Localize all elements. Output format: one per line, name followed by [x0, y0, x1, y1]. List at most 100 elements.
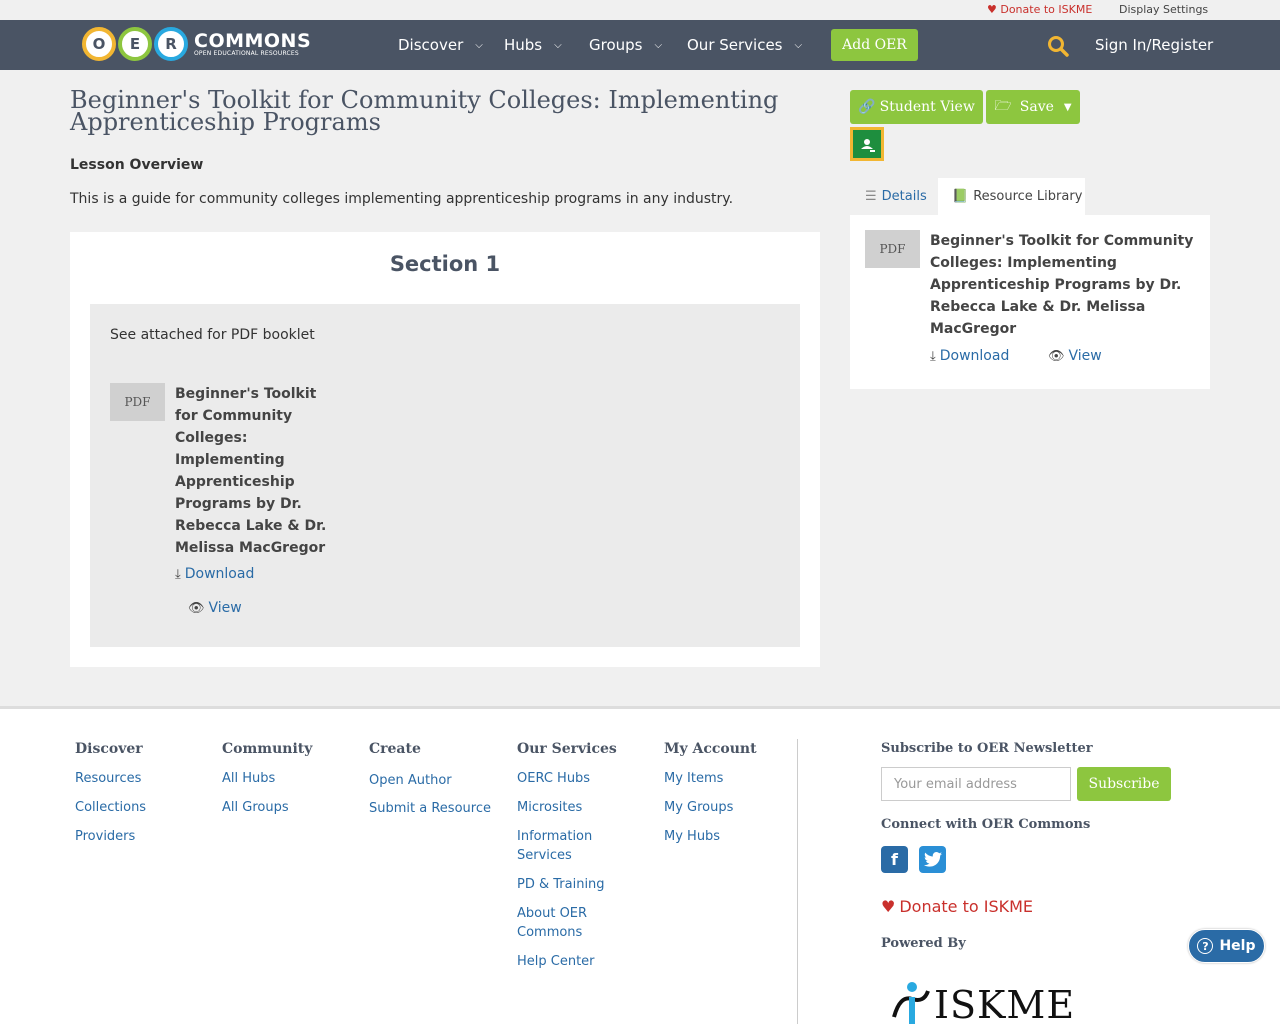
footer-link-my-items[interactable]: My Items [664, 769, 723, 788]
title-line: Rebecca Lake & Dr. [175, 518, 327, 534]
list-icon: ☰ [865, 189, 877, 204]
save-dropdown-button[interactable]: 🗁 Save ▼ [986, 90, 1080, 124]
footer-link-help-center[interactable]: Help Center [517, 952, 595, 971]
logo-letter-o: O [82, 27, 116, 61]
iskme-wordmark: ISKME [934, 983, 1076, 1024]
lesson-overview-text: This is a guide for community colleges i… [70, 191, 734, 207]
donate-link-top[interactable]: ♥ Donate to ISKME [987, 3, 1092, 16]
search-icon[interactable] [1047, 35, 1069, 57]
download-label: Download [939, 348, 1010, 364]
footer-link-oerc-hubs[interactable]: OERC Hubs [517, 769, 590, 788]
tab-resource-library[interactable]: 📗 Resource Library [938, 178, 1085, 215]
footer-link-information-services[interactable]: Information Services [517, 827, 612, 865]
pdf-badge[interactable]: PDF [865, 230, 920, 268]
footer-link-all-hubs[interactable]: All Hubs [222, 769, 275, 788]
subscribe-button[interactable]: Subscribe [1077, 767, 1171, 801]
section-content: See attached for PDF booklet PDF Beginne… [90, 304, 800, 647]
title-line: Colleges: Implementing [930, 255, 1117, 271]
book-icon: 📗 [952, 189, 969, 204]
utility-bar: ♥ Donate to ISKME Display Settings [0, 0, 1280, 20]
title-line: for Community [175, 408, 293, 424]
newsletter-heading: Subscribe to OER Newsletter [881, 741, 1093, 756]
google-classroom-icon[interactable] [850, 127, 884, 161]
nav-groups-label: Groups [589, 36, 643, 54]
nav-groups[interactable]: Groups ⌵ [589, 36, 662, 54]
nav-hubs[interactable]: Hubs ⌵ [504, 36, 562, 54]
facebook-icon[interactable]: f [881, 846, 908, 873]
footer-heading-community: Community [222, 741, 313, 757]
title-line: Beginner's Toolkit [175, 386, 317, 402]
title-line: MacGregor [930, 321, 1017, 337]
donate-footer-label: Donate to ISKME [899, 897, 1034, 916]
footer-heading-discover: Discover [75, 741, 143, 757]
student-view-label: Student View [879, 99, 975, 115]
newsletter-email-input[interactable] [881, 767, 1071, 801]
view-label: View [208, 600, 242, 616]
section-card: Section 1 See attached for PDF booklet P… [70, 232, 820, 667]
footer-heading-my-account: My Account [664, 741, 757, 757]
footer-link-pd-training[interactable]: PD & Training [517, 875, 605, 894]
nav-our-services-label: Our Services [687, 36, 783, 54]
main-navbar: O E R COMMONS OPEN EDUCATIONAL RESOURCES… [0, 20, 1280, 70]
nav-our-services[interactable]: Our Services ⌵ [687, 36, 802, 54]
title-line: Beginner's Toolkit for Community [930, 233, 1194, 249]
caret-down-icon: ▼ [1063, 101, 1072, 113]
logo-tagline: OPEN EDUCATIONAL RESOURCES [194, 49, 299, 57]
footer-link-submit-resource[interactable]: Submit a Resource [369, 799, 491, 818]
footer-link-providers[interactable]: Providers [75, 827, 135, 846]
footer-link-all-groups[interactable]: All Groups [222, 798, 289, 817]
footer-link-my-hubs[interactable]: My Hubs [664, 827, 720, 846]
section-resource-title[interactable]: Beginner's Toolkit for Community College… [175, 383, 326, 559]
section-view-link[interactable]: 👁 View [188, 600, 242, 616]
footer-link-about[interactable]: About OER Commons [517, 904, 612, 942]
page-title: Beginner's Toolkit for Community College… [70, 86, 779, 136]
logo-wordmark: COMMONS OPEN EDUCATIONAL RESOURCES [194, 31, 311, 57]
download-icon: ⤓ [930, 348, 936, 364]
logo-letter-r: R [154, 27, 188, 61]
help-button[interactable]: ? Help [1188, 929, 1265, 963]
tab-library-label: Resource Library [973, 189, 1083, 204]
donate-link-footer[interactable]: ♥ Donate to ISKME [881, 897, 1033, 916]
footer-link-my-groups[interactable]: My Groups [664, 798, 733, 817]
lesson-overview-heading: Lesson Overview [70, 157, 204, 173]
nav-discover[interactable]: Discover ⌵ [398, 36, 483, 54]
library-resource-title[interactable]: Beginner's Toolkit for Community College… [930, 230, 1200, 340]
iskme-logo[interactable]: ISKME [890, 977, 1075, 1024]
download-label: Download [184, 566, 255, 582]
powered-by-heading: Powered By [881, 936, 966, 951]
nav-discover-label: Discover [398, 36, 464, 54]
link-icon: 🔗 [858, 99, 876, 115]
site-footer: Discover Resources Collections Providers… [0, 706, 1280, 1024]
title-line: Programs by Dr. [175, 496, 302, 512]
eye-icon: 👁 [188, 600, 205, 616]
nav-hubs-label: Hubs [504, 36, 543, 54]
library-view-link[interactable]: 👁 View [1048, 348, 1102, 364]
title-line: Apprenticeship Programs by Dr. [930, 277, 1182, 293]
view-label: View [1068, 348, 1102, 364]
footer-link-open-author[interactable]: Open Author [369, 771, 452, 790]
footer-link-microsites[interactable]: Microsites [517, 798, 582, 817]
tab-details[interactable]: ☰ Details [865, 178, 935, 215]
pdf-badge[interactable]: PDF [110, 383, 165, 421]
heart-icon: ♥ [881, 897, 896, 916]
student-view-button[interactable]: 🔗 Student View [850, 90, 983, 124]
connect-heading: Connect with OER Commons [881, 817, 1091, 832]
save-label: Save [1019, 99, 1054, 115]
library-download-link[interactable]: ⤓ Download [930, 348, 1009, 364]
help-label: Help [1219, 938, 1256, 954]
donate-link-top-label: Donate to ISKME [1000, 3, 1093, 16]
sign-in-register-link[interactable]: Sign In/Register [1095, 36, 1213, 54]
attach-note: See attached for PDF booklet [110, 327, 315, 343]
footer-link-collections[interactable]: Collections [75, 798, 146, 817]
twitter-icon[interactable] [919, 846, 946, 873]
chevron-down-icon: ⌵ [554, 39, 562, 51]
display-settings-link[interactable]: Display Settings [1119, 3, 1208, 16]
section-heading: Section 1 [389, 252, 501, 276]
oer-commons-logo[interactable]: O E R COMMONS OPEN EDUCATIONAL RESOURCES [82, 26, 311, 62]
footer-divider [797, 739, 798, 1024]
footer-link-resources[interactable]: Resources [75, 769, 141, 788]
add-oer-button[interactable]: Add OER [831, 29, 918, 61]
chevron-down-icon: ⌵ [475, 39, 483, 51]
footer-heading-our-services: Our Services [517, 741, 617, 757]
section-download-link[interactable]: ⤓ Download [175, 566, 254, 582]
